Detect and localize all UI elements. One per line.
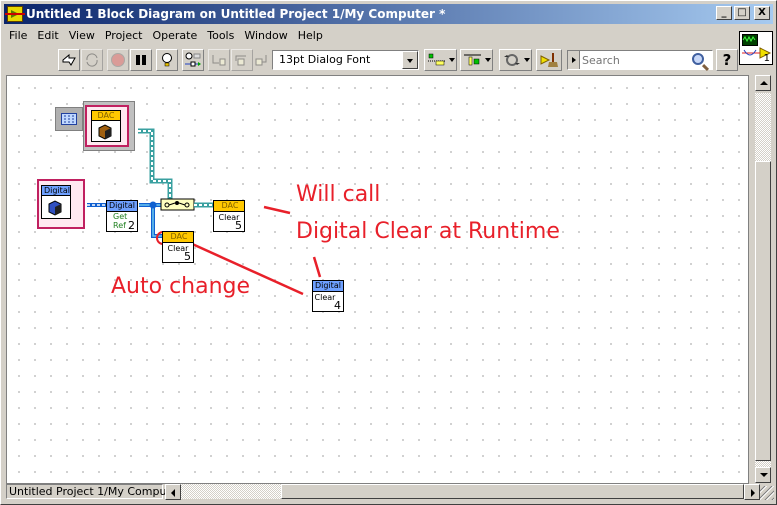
- run-icon: [62, 53, 76, 66]
- vi-icon-pane[interactable]: 1: [739, 31, 773, 65]
- retain-wire-values-button[interactable]: [182, 49, 204, 71]
- menu-tools[interactable]: Tools: [202, 26, 239, 45]
- menu-view[interactable]: View: [64, 26, 100, 45]
- subvi-class-header: Digital: [313, 281, 343, 292]
- search-icon[interactable]: [692, 53, 704, 65]
- toolbar: 13pt Dialog Font ?: [4, 47, 738, 73]
- chevron-down-icon: [402, 51, 418, 69]
- menu-bar: File Edit View Project Operate Tools Win…: [4, 26, 328, 45]
- highlight-execution-icon: [162, 53, 172, 67]
- digital-clear-subvi[interactable]: Digital Clear 4: [312, 280, 344, 312]
- annotation-will-call[interactable]: Will call: [296, 184, 380, 206]
- step-out-icon: [255, 55, 267, 66]
- search-options-toggle[interactable]: [568, 51, 580, 69]
- step-into-icon: [212, 55, 226, 66]
- horizontal-scroll-track[interactable]: [181, 484, 281, 499]
- dac-class-constant[interactable]: DAC: [55, 101, 135, 151]
- subvi-number: 5: [235, 219, 242, 232]
- menu-edit[interactable]: Edit: [32, 26, 63, 45]
- scroll-thumb[interactable]: [755, 161, 771, 461]
- subvi-number: 2: [128, 219, 135, 232]
- vertical-scrollbar[interactable]: [750, 75, 774, 484]
- menu-window[interactable]: Window: [239, 26, 292, 45]
- minimize-button[interactable]: _: [716, 6, 732, 20]
- subvi-number: 5: [184, 250, 191, 263]
- class-name: DAC: [92, 111, 120, 121]
- font-select[interactable]: 13pt Dialog Font: [272, 50, 419, 70]
- window-title: Untitled 1 Block Diagram on Untitled Pro…: [26, 7, 446, 21]
- labview-vi-icon: [5, 6, 25, 22]
- dac-class-wire[interactable]: [138, 128, 173, 203]
- cluster-icon: [61, 113, 77, 125]
- context-help-button[interactable]: ?: [716, 49, 738, 71]
- dac-clear-subvi-auto-changed[interactable]: DAC Clear 5: [162, 231, 194, 263]
- class-name: Digital: [42, 186, 70, 196]
- highlight-execution-button[interactable]: [156, 49, 178, 71]
- subvi-class-header: DAC: [163, 232, 193, 243]
- block-diagram-canvas[interactable]: DAC Digital Digital Get Ref 2 DAC Clear …: [6, 75, 749, 484]
- search-input[interactable]: [582, 52, 682, 68]
- menu-file[interactable]: File: [4, 26, 32, 45]
- clean-up-diagram-icon: [540, 53, 558, 67]
- pause-icon: [136, 55, 146, 65]
- subvi-class-header: Digital: [107, 201, 137, 212]
- run-continuously-button[interactable]: [81, 49, 103, 71]
- clean-up-diagram-button[interactable]: [536, 49, 562, 71]
- scroll-up-button[interactable]: [755, 75, 771, 91]
- retain-wire-values-icon: [185, 52, 201, 67]
- annotation-auto-change[interactable]: Auto change: [111, 276, 250, 298]
- dac-clear-subvi[interactable]: DAC Clear 5: [213, 200, 245, 232]
- resize-grip[interactable]: [760, 486, 774, 500]
- class-constant-frame: [55, 107, 83, 131]
- scroll-down-button[interactable]: [755, 467, 771, 483]
- menu-help[interactable]: Help: [293, 26, 328, 45]
- subvi-number: 4: [334, 299, 341, 312]
- run-continuously-icon: [86, 53, 98, 67]
- reorder-icon: [503, 54, 520, 66]
- digital-cube-icon: [48, 200, 62, 216]
- pause-button[interactable]: [130, 49, 152, 71]
- distribute-objects-icon: [463, 54, 481, 66]
- menu-project[interactable]: Project: [100, 26, 148, 45]
- reorder-button[interactable]: [499, 49, 532, 71]
- run-button[interactable]: [58, 49, 80, 71]
- digital-class-constant[interactable]: Digital: [37, 179, 85, 231]
- step-over-button[interactable]: [231, 49, 253, 71]
- step-into-button[interactable]: [208, 49, 230, 71]
- search-box: [567, 50, 713, 70]
- dac-cube-icon: [98, 124, 112, 140]
- block-diagram-window: Untitled 1 Block Diagram on Untitled Pro…: [0, 0, 777, 505]
- subvi-class-header: DAC: [214, 201, 244, 212]
- menu-operate[interactable]: Operate: [147, 26, 202, 45]
- distribute-objects-button[interactable]: [460, 49, 493, 71]
- abort-button[interactable]: [107, 49, 129, 71]
- abort-icon: [111, 53, 125, 67]
- vi-icon-number: 1: [763, 53, 770, 64]
- close-button[interactable]: X: [754, 6, 770, 20]
- status-bar: Untitled Project 1/My Computer: [6, 484, 774, 500]
- horizontal-scroll-thumb[interactable]: [281, 484, 744, 499]
- application-instance-context[interactable]: Untitled Project 1/My Computer: [6, 484, 182, 499]
- align-objects-icon: [427, 53, 445, 66]
- wire-junction: [149, 201, 157, 209]
- scroll-left-button[interactable]: [165, 484, 181, 500]
- step-over-icon: [235, 55, 246, 66]
- annotation-digital-clear-runtime[interactable]: Digital Clear at Runtime: [296, 221, 560, 243]
- digital-get-ref-subvi[interactable]: Digital Get Ref 2: [106, 200, 138, 232]
- scroll-right-button[interactable]: [744, 484, 760, 500]
- to-more-specific-class-node[interactable]: [160, 198, 195, 211]
- reference-wire[interactable]: [139, 201, 162, 238]
- title-bar[interactable]: Untitled 1 Block Diagram on Untitled Pro…: [4, 4, 773, 24]
- step-out-button[interactable]: [254, 49, 270, 71]
- maximize-button[interactable]: □: [734, 6, 750, 20]
- align-objects-button[interactable]: [424, 49, 457, 71]
